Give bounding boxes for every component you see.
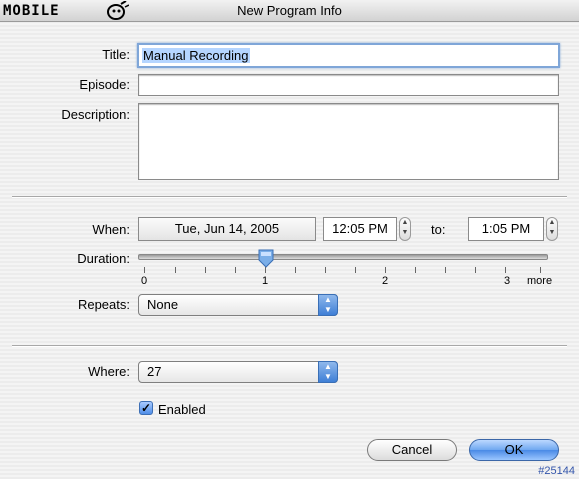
episode-label: Episode: xyxy=(79,77,130,92)
tick xyxy=(325,267,326,273)
tick xyxy=(540,267,541,273)
separator xyxy=(12,196,567,198)
tick-label: more xyxy=(527,275,553,287)
enabled-checkbox[interactable]: ✓ xyxy=(139,401,153,415)
tick xyxy=(175,267,176,273)
tick xyxy=(385,267,386,273)
episode-field[interactable] xyxy=(138,74,559,96)
tick xyxy=(415,267,416,273)
title-field[interactable]: Manual Recording xyxy=(137,43,560,68)
where-value: 27 xyxy=(147,364,162,379)
end-time-field[interactable]: 1:05 PM xyxy=(468,217,544,241)
to-label: to: xyxy=(431,222,446,237)
date-field[interactable]: Tue, Jun 14, 2005 xyxy=(138,217,316,241)
window-title: New Program Info xyxy=(237,3,342,18)
tick xyxy=(505,267,506,273)
tick xyxy=(265,267,266,273)
tick xyxy=(295,267,296,273)
duration-label: Duration: xyxy=(77,251,130,266)
where-popup[interactable]: 27 ▲ ▼ xyxy=(138,361,338,383)
tick xyxy=(355,267,356,273)
tick-label: 0 xyxy=(141,275,148,287)
tick xyxy=(445,267,446,273)
tick xyxy=(144,267,145,273)
ok-button[interactable]: OK xyxy=(469,439,559,461)
cancel-button[interactable]: Cancel xyxy=(367,439,457,461)
when-label: When: xyxy=(92,222,130,237)
tick-label: 2 xyxy=(382,275,389,287)
popup-arrows-icon: ▲ ▼ xyxy=(318,361,338,383)
id-tag: #25144 xyxy=(538,465,575,477)
title-label: Title: xyxy=(102,47,130,62)
repeats-value: None xyxy=(147,297,179,312)
description-field[interactable] xyxy=(138,103,559,180)
popup-arrows-icon: ▲ ▼ xyxy=(318,294,338,316)
tick-label: 1 xyxy=(262,275,269,287)
tick xyxy=(205,267,206,273)
duration-slider-track[interactable] xyxy=(138,254,548,260)
separator xyxy=(12,345,567,347)
title-bar: MOBILE New Program Info xyxy=(0,0,579,22)
tick-label: 3 xyxy=(504,275,511,287)
title-value: Manual Recording xyxy=(142,48,250,63)
end-time-stepper[interactable]: ▲ ▼ xyxy=(546,217,558,241)
repeats-label: Repeats: xyxy=(77,297,130,312)
tick xyxy=(475,267,476,273)
duration-slider-thumb[interactable] xyxy=(257,249,275,269)
tick xyxy=(235,267,236,273)
start-time-stepper[interactable]: ▲ ▼ xyxy=(399,217,411,241)
repeats-popup[interactable]: None ▲ ▼ xyxy=(138,294,338,316)
start-time-field[interactable]: 12:05 PM xyxy=(323,217,397,241)
where-label: Where: xyxy=(88,364,130,379)
enabled-label[interactable]: Enabled xyxy=(158,402,206,417)
description-label: Description: xyxy=(61,107,130,122)
